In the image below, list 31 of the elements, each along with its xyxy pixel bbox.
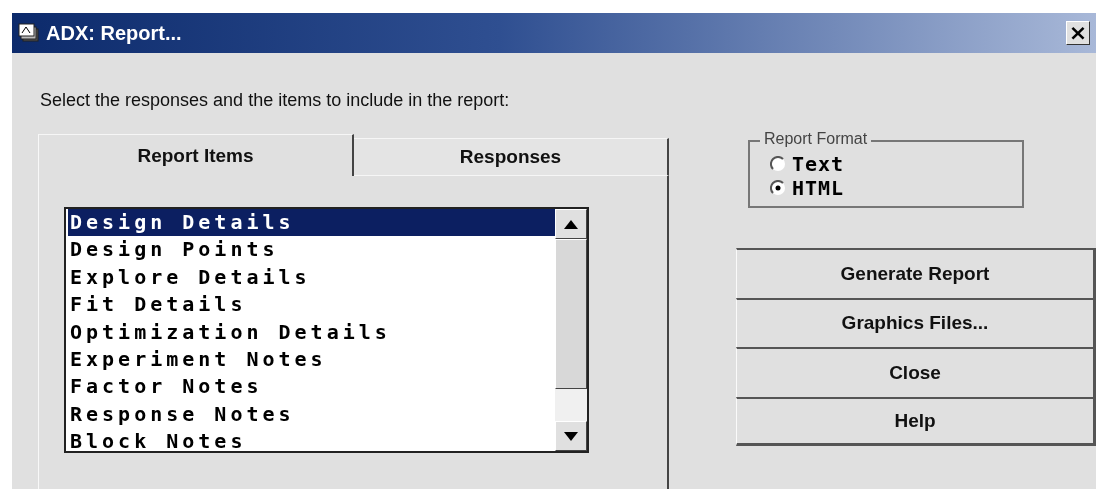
list-item[interactable]: Response Notes: [68, 400, 555, 429]
list-item[interactable]: Experiment Notes: [68, 345, 555, 374]
scrollbar[interactable]: [555, 209, 587, 451]
dialog-button[interactable]: Graphics Files...: [736, 297, 1096, 347]
dialog-button[interactable]: Generate Report: [736, 248, 1096, 298]
down-arrow-icon: [564, 431, 578, 441]
scroll-up-button[interactable]: [555, 209, 587, 239]
list-item[interactable]: Block Notes: [68, 428, 555, 451]
report-items-list[interactable]: Design Details Design Points Explore Details Fit Details Optimization Details Experiment Notes Factor Notes Response Notes Block Notes: [64, 207, 589, 453]
dialog-button[interactable]: Close: [736, 347, 1096, 397]
list-item[interactable]: Explore Details: [68, 263, 555, 292]
instruction-text: Select the responses and the items to include in the report:: [40, 90, 511, 111]
list-item[interactable]: Factor Notes: [68, 373, 555, 401]
list-item[interactable]: Optimization Details: [68, 318, 555, 346]
window-title: ADX: Report...: [46, 21, 183, 45]
window-app-icon: [18, 23, 40, 43]
group-title: Report Format: [760, 130, 872, 148]
radio-label: Text: [792, 152, 845, 176]
radio-button[interactable]: [770, 156, 786, 172]
up-arrow-icon: [564, 219, 578, 229]
scroll-thumb[interactable]: [555, 239, 587, 389]
close-button[interactable]: ×: [1066, 21, 1090, 45]
list-item[interactable]: Design Points: [68, 236, 555, 264]
tab[interactable]: Report Items: [38, 134, 354, 176]
tab[interactable]: Responses: [354, 138, 669, 176]
radio-label: HTML: [792, 176, 845, 200]
list-item[interactable]: Design Details: [68, 209, 555, 237]
dialog-button[interactable]: Help: [736, 396, 1096, 446]
list-item[interactable]: Fit Details: [68, 291, 555, 319]
radio-button[interactable]: [770, 180, 786, 196]
scroll-down-button[interactable]: [555, 421, 587, 451]
